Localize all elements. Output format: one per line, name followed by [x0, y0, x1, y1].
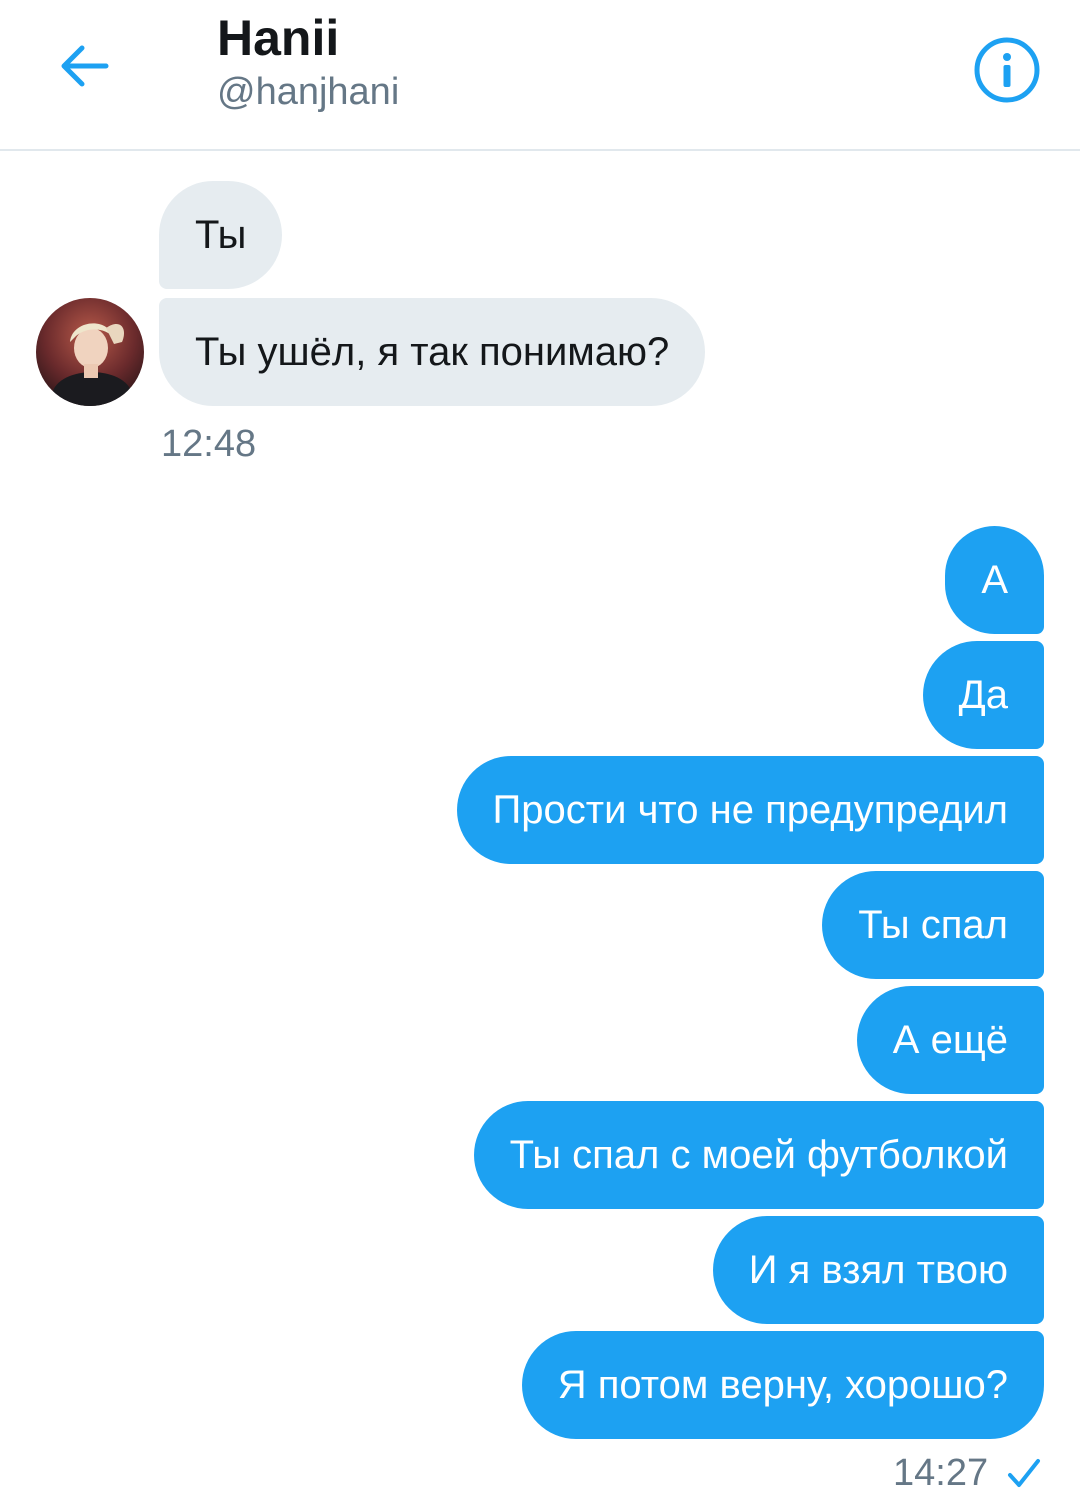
info-button[interactable]	[972, 35, 1042, 105]
chat-header: Hanii @hanjhani	[0, 0, 1080, 151]
outgoing-message[interactable]: Ты спал с моей футболкой	[473, 1101, 1044, 1209]
checkmark-icon	[1008, 1459, 1040, 1487]
incoming-message[interactable]: Ты	[159, 181, 283, 289]
incoming-timestamp: 12:48	[161, 423, 257, 465]
incoming-message[interactable]: Ты ушёл, я так понимаю?	[159, 298, 706, 406]
outgoing-message[interactable]: Ты спал	[822, 871, 1044, 979]
outgoing-message[interactable]: А ещё	[856, 986, 1044, 1094]
outgoing-message[interactable]: Да	[922, 641, 1044, 749]
conversation-title: Hanii	[217, 10, 340, 66]
avatar-image	[36, 298, 144, 406]
outgoing-timestamp: 14:27	[893, 1452, 989, 1494]
info-icon	[974, 37, 1040, 103]
outgoing-message[interactable]: Я потом верну, хорошо?	[521, 1331, 1044, 1439]
arrow-left-icon	[61, 45, 109, 87]
avatar[interactable]	[36, 298, 144, 406]
outgoing-message[interactable]: А	[945, 526, 1044, 634]
outgoing-message[interactable]: Прости что не предупредил	[456, 756, 1044, 864]
conversation-handle: @hanjhani	[217, 71, 400, 113]
outgoing-message[interactable]: И я взял твою	[712, 1216, 1044, 1324]
back-button[interactable]	[54, 36, 114, 96]
